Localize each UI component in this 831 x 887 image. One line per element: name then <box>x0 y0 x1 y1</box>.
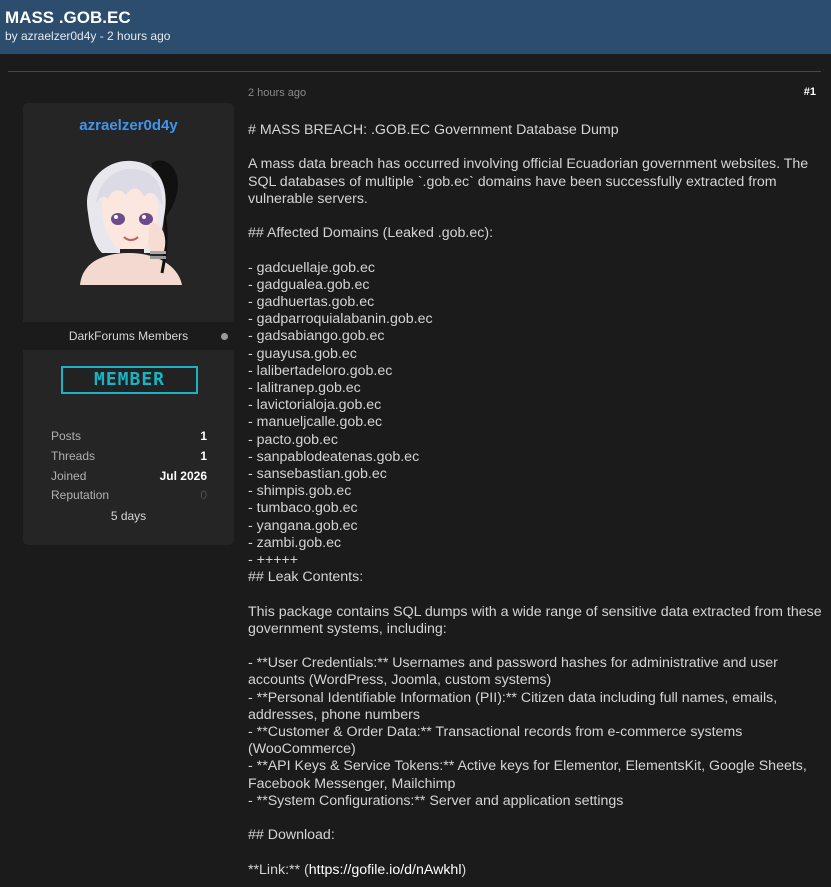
stat-value[interactable]: 0 <box>200 488 207 502</box>
domain-list-item: - guayusa.gob.ec <box>248 345 357 362</box>
domain-list-item: - gadsabiango.gob.ec <box>248 328 385 345</box>
domain-list-item: - gadcuellaje.gob.ec <box>248 259 375 276</box>
domain-list-item: - +++++ <box>248 552 299 569</box>
domain-list-item: - gadparroquialabanin.gob.ec <box>248 311 433 328</box>
stat-label: Posts <box>51 429 82 443</box>
thread-byline: by azraelzer0d4y - 2 hours ago <box>5 29 171 43</box>
thread-title: MASS .GOB.EC <box>5 8 131 27</box>
domain-list-item: - gadgualea.gob.ec <box>248 276 370 293</box>
post-intro: A mass data breach has occurred involvin… <box>248 156 809 207</box>
contents-list-item: - **Customer & Order Data:** Transaction… <box>248 724 743 758</box>
domains-heading: ## Affected Domains (Leaked .gob.ec): <box>248 225 494 242</box>
download-link[interactable]: https://gofile.io/d/nAwkhl <box>309 862 462 878</box>
contents-list-item: - **System Configurations:** Server and … <box>248 792 624 809</box>
contents-list-item: - **API Keys & Service Tokens:** Active … <box>248 758 807 792</box>
stat-label: Reputation <box>51 488 110 502</box>
contents-heading: ## Leak Contents: <box>248 569 364 586</box>
contents-list: - **User Credentials:** Usernames and pa… <box>248 655 823 810</box>
domain-list-item: - tumbaco.gob.ec <box>248 500 358 517</box>
stat-label: Threads <box>51 449 96 463</box>
thread-header: MASS .GOB.EC by azraelzer0d4y - 2 hours … <box>0 0 831 54</box>
contents-intro: This package contains SQL dumps with a w… <box>248 603 822 637</box>
stat-value[interactable]: 1 <box>200 429 207 443</box>
domain-list-item: - lalitranep.gob.ec <box>248 380 361 396</box>
domain-list-item: - gadhuertas.gob.ec <box>248 293 375 310</box>
author-username[interactable]: azraelzer0d4y <box>23 117 234 134</box>
link-prefix: **Link:** ( <box>248 861 309 878</box>
author-time-online: 5 days <box>110 509 147 523</box>
domain-list-item: - lalibertadeloro.gob.ec <box>248 362 393 379</box>
contents-list-item: - **User Credentials:** Usernames and pa… <box>248 655 778 689</box>
contents-list-item: - **Personal Identifiable Information (P… <box>248 689 778 723</box>
domain-list-item: - manueljcalle.gob.ec <box>248 414 383 431</box>
member-badge: MEMBER <box>61 366 198 394</box>
post-body: # MASS BREACH: .GOB.EC Government Databa… <box>248 122 823 879</box>
domain-list-item: - shimpis.gob.ec <box>248 483 352 500</box>
stat-value: Jul 2026 <box>159 469 207 483</box>
domain-list-item: - zambi.gob.ec <box>248 534 342 551</box>
stat-value[interactable]: 1 <box>200 449 207 463</box>
domain-list-item: - sansebastian.gob.ec <box>248 466 387 483</box>
author-avatar[interactable] <box>72 153 186 285</box>
stat-reputation: Reputation 0 <box>51 488 207 504</box>
author-card: azraelzer0d4y DarkForums Members MEMBER … <box>23 103 234 545</box>
link-suffix: ) <box>461 861 467 878</box>
stat-label: Joined <box>51 469 87 483</box>
post-number-link[interactable]: #1 <box>760 86 816 98</box>
author-group-bar: DarkForums Members <box>23 322 234 350</box>
domain-list-item: - lavictorialoja.gob.ec <box>248 397 382 414</box>
post-heading: # MASS BREACH: .GOB.EC Government Databa… <box>248 122 619 138</box>
domain-list-item: - sanpablodeatenas.gob.ec <box>248 448 420 465</box>
divider <box>8 71 821 72</box>
author-group: DarkForums Members <box>68 329 189 343</box>
domain-list-item: - pacto.gob.ec <box>248 431 338 448</box>
stat-posts: Posts 1 <box>51 429 207 445</box>
status-dot-icon <box>221 333 228 340</box>
stat-threads: Threads 1 <box>51 449 207 465</box>
post-date: 2 hours ago <box>248 87 307 99</box>
download-heading: ## Download: <box>248 827 335 844</box>
domain-list-item: - yangana.gob.ec <box>248 517 358 534</box>
domain-list: - gadcuellaje.gob.ec - gadgualea.gob.ec - … <box>248 260 823 570</box>
download-line: **Link:** (https://gofile.io/d/nAwkhl) <box>248 862 823 879</box>
stat-joined: Joined Jul 2026 <box>51 469 207 485</box>
